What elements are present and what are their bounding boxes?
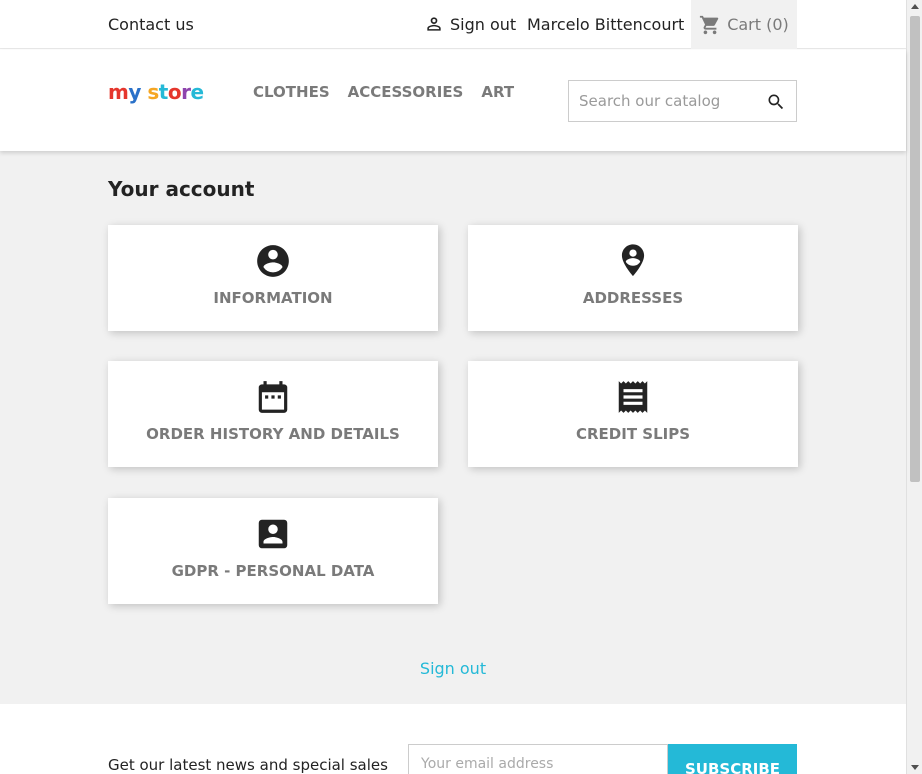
top-bar: Contact us Sign out Marcelo Bittencourt … [0, 0, 906, 49]
page-scrollbar[interactable] [906, 0, 922, 774]
account-circle-icon [254, 242, 292, 280]
information-label: INFORMATION [213, 289, 333, 307]
nav-accessories[interactable]: ACCESSORIES [348, 83, 464, 101]
credit-slips-label: CREDIT SLIPS [575, 425, 691, 443]
gdpr-personal-data-card[interactable]: GDPR - PERSONAL DATA [108, 498, 438, 604]
account-section: Your account INFORMATION ADDRESSES ORDER… [0, 151, 906, 704]
addresses-label: ADDRESSES [582, 289, 684, 307]
location-pin-icon [614, 242, 652, 280]
scrollbar-thumb[interactable] [910, 16, 920, 482]
order-history-label: ORDER HISTORY AND DETAILS [146, 425, 400, 443]
receipt-icon [614, 378, 652, 416]
newsletter-text: Get our latest news and special sales [108, 756, 388, 774]
gdpr-label: GDPR - PERSONAL DATA [171, 562, 375, 580]
scroll-up-arrow-icon[interactable] [911, 4, 919, 9]
subscribe-button[interactable]: SUBSCRIBE [668, 744, 797, 774]
store-logo[interactable]: my store [108, 80, 204, 104]
newsletter-email-input[interactable] [408, 744, 668, 774]
cart-icon [700, 15, 719, 34]
order-history-card[interactable]: ORDER HISTORY AND DETAILS [108, 361, 438, 467]
information-card[interactable]: INFORMATION [108, 225, 438, 331]
search-box [568, 80, 797, 122]
nav-art[interactable]: ART [481, 83, 514, 101]
cart-label: Cart (0) [727, 15, 789, 34]
cart-button[interactable]: Cart (0) [691, 0, 797, 49]
contact-us-link[interactable]: Contact us [108, 15, 194, 34]
sign-out-link[interactable]: Sign out [0, 659, 906, 678]
user-icon [427, 17, 441, 31]
search-input[interactable] [569, 81, 759, 121]
scroll-down-arrow-icon[interactable] [911, 765, 919, 770]
sign-out-label: Sign out [450, 14, 517, 34]
calendar-icon [254, 378, 292, 416]
page-title: Your account [108, 177, 255, 201]
addresses-card[interactable]: ADDRESSES [468, 225, 798, 331]
credit-slips-card[interactable]: CREDIT SLIPS [468, 361, 798, 467]
header: my store CLOTHES ACCESSORIES ART [0, 50, 906, 151]
contact-card-icon [254, 515, 292, 553]
search-icon[interactable] [766, 92, 786, 112]
sign-out-link-top[interactable]: Sign out [424, 14, 516, 34]
newsletter-block: Get our latest news and special sales SU… [0, 704, 906, 774]
main-nav: CLOTHES ACCESSORIES ART [253, 83, 532, 101]
account-name-link[interactable]: Marcelo Bittencourt [527, 15, 684, 34]
nav-clothes[interactable]: CLOTHES [253, 83, 330, 101]
